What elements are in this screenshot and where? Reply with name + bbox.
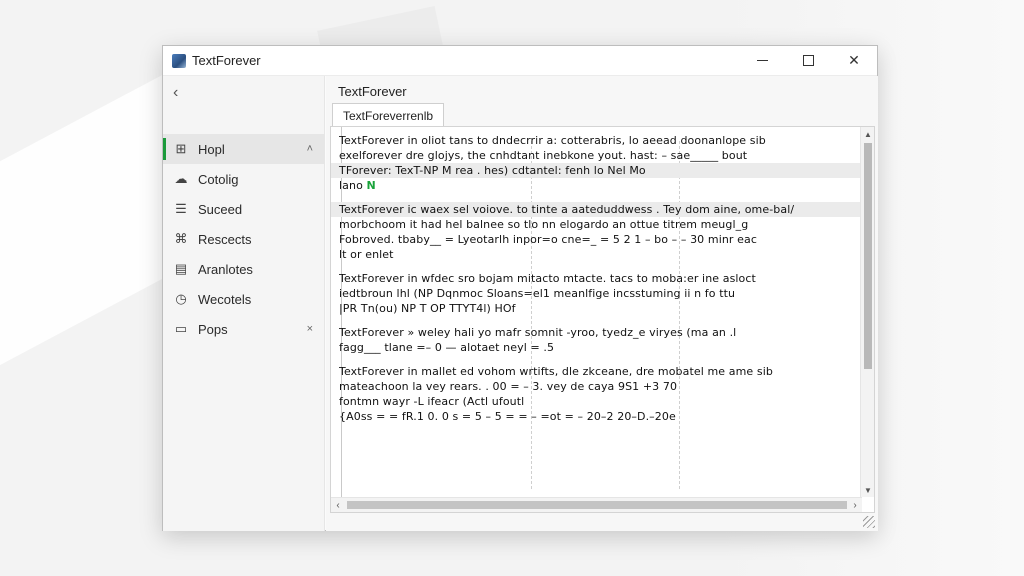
sidebar-item-label: Wecotels [198,291,252,307]
editor-line-gap [339,262,859,271]
editor-line[interactable]: |PR Tn(ou) NP T OP TTYT4l) HOf [339,301,859,316]
editor-line[interactable]: fontmn wayr -L ifeacr (Actl ufoutl [339,394,859,409]
close-button[interactable]: ✕ [831,46,877,76]
editor-line[interactable]: TextForever ic waex sel voiove. to tinte… [331,202,866,217]
sidebar-item-label: Rescects [198,231,252,247]
minimize-icon [756,60,768,61]
window-controls: ✕ [739,46,877,76]
editor-line[interactable]: lt or enlet [339,247,859,262]
horizontal-scroll-thumb[interactable] [347,501,847,509]
sidebar: ‹ ⊞ Hopl ˄ ☁ Cotolig ☰ Suceed ⌘ Rescects ▤ Aranlot… [163,76,325,531]
sidebar-item-label: Cotolig [198,171,239,187]
clock-icon: ◷ [175,291,187,306]
scroll-left-icon[interactable]: ‹ [331,498,345,512]
home-icon: ⊞ [175,141,187,156]
editor-line[interactable]: exelforever dre glojys, the cnhdtant ine… [339,148,859,163]
sidebar-item-wecotels[interactable]: ◷ Wecotels [163,284,325,314]
tab-label: TextForeverrenlb [343,108,434,123]
close-icon[interactable]: × [307,323,313,335]
editor-line[interactable]: Fobroved. tbaby__ = Lyeotarlh inpor=o cn… [339,232,859,247]
editor-line[interactable]: TForever: TexT-NP M rea . hes) cdtantel:… [331,163,866,178]
editor-text[interactable]: TextForever in oliot tans to dndecrrir a… [331,133,866,424]
chevron-up-icon[interactable]: ˄ [307,143,313,155]
main-panel: TextForever TextForeverrenlb TextForever… [326,76,878,531]
sidebar-item-pops[interactable]: ▭ Pops × [163,314,325,344]
app-icon [172,53,186,68]
editor-line-gap [339,316,859,325]
sidebar-item-aranlotes[interactable]: ▤ Aranlotes [163,254,325,284]
editor-line-gap [339,355,859,364]
editor-line[interactable]: TextForever » weley hali yo mafr somnit … [339,325,859,340]
editor-line[interactable]: {A0ss = = fR.1 0. 0 s = 5 – 5 = = – =ot … [339,409,859,424]
sidebar-item-cotolig[interactable]: ☁ Cotolig [163,164,325,194]
vertical-scrollbar[interactable]: ▲ ▼ [860,127,874,497]
editor-line[interactable]: mateachoon la vey rears. . 00 = – 3. vey… [339,379,859,394]
editor-line[interactable]: iedtbroun lhl (NP Dqnmoc Sloans=el1 mean… [339,286,859,301]
document-icon: ▤ [174,261,188,276]
window-title: TextForever [192,53,261,68]
resize-grip[interactable] [863,516,875,528]
app-window: TextForever ✕ ‹ ⊞ Hopl ˄ ☁ Cotolig ☰ Suceed ⌘ Re… [162,45,878,531]
editor-line[interactable]: fagg___ tlane =– 0 — alotaet neyl = .5 [339,340,859,355]
horizontal-scrollbar[interactable]: ‹ › [331,497,862,512]
sidebar-nav: ⊞ Hopl ˄ ☁ Cotolig ☰ Suceed ⌘ Rescects ▤ Aranlotes… [163,134,325,344]
image-icon: ▭ [174,321,188,336]
text-cursor-marker: N [366,179,376,192]
tab-document[interactable]: TextForeverrenlb [332,103,445,127]
text-editor[interactable]: TextForever in oliot tans to dndecrrir a… [330,126,875,513]
scroll-up-icon[interactable]: ▲ [861,127,874,141]
vertical-scroll-thumb[interactable] [864,143,872,369]
chevron-left-icon: ‹ [173,84,179,101]
maximize-button[interactable] [785,46,831,76]
minimize-button[interactable] [739,46,785,76]
sidebar-item-label: Pops [198,321,228,337]
scroll-right-icon[interactable]: › [848,498,862,512]
editor-line-gap [339,193,859,202]
editor-line[interactable]: TextForever in oliot tans to dndecrrir a… [339,133,859,148]
sidebar-item-label: Hopl [198,141,225,157]
sidebar-item-hopl[interactable]: ⊞ Hopl ˄ [163,134,325,164]
maximize-icon [802,55,814,66]
editor-line[interactable]: TextForever in mallet ed vohom wrtifts, … [339,364,859,379]
close-icon: ✕ [848,52,860,68]
editor-line[interactable]: TextForever in wfdec sro bojam mitacto m… [339,271,859,286]
page-title: TextForever [338,84,407,99]
sidebar-item-label: Aranlotes [198,261,253,277]
title-bar[interactable]: TextForever ✕ [163,46,877,76]
sidebar-item-rescects[interactable]: ⌘ Rescects [163,224,325,254]
editor-line[interactable]: morbchoom it had hel balnee so tlo nn el… [339,217,859,232]
editor-line[interactable]: lano N [339,178,859,193]
cloud-icon: ☁ [174,171,188,186]
sidebar-item-suceed[interactable]: ☰ Suceed [163,194,325,224]
list-icon: ☰ [175,201,187,216]
scroll-down-icon[interactable]: ▼ [861,483,874,497]
tag-icon: ⌘ [174,231,188,246]
back-button[interactable]: ‹ [173,82,197,104]
sidebar-item-label: Suceed [198,201,243,217]
